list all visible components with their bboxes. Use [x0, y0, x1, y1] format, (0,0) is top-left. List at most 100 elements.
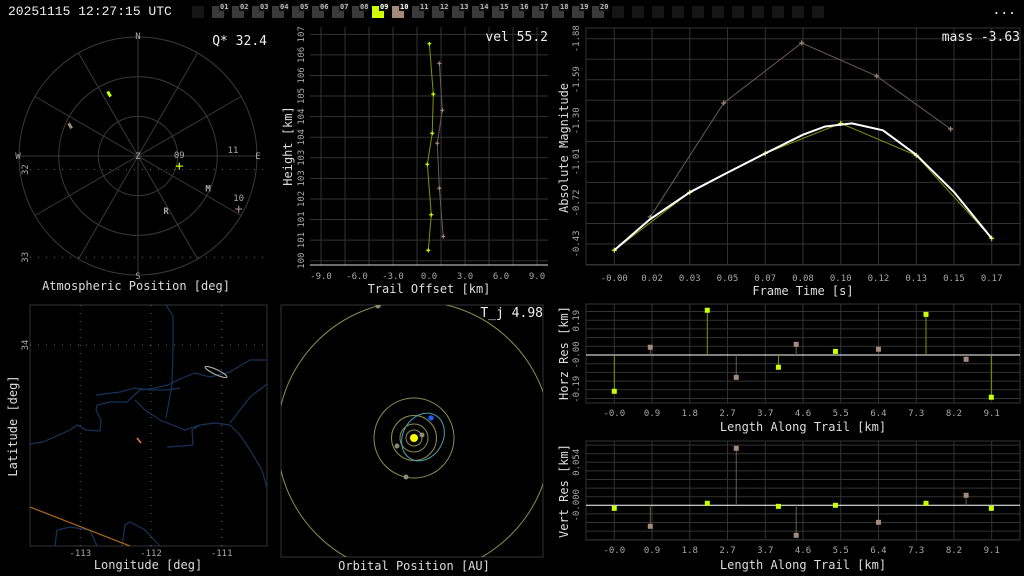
- river-line: [229, 383, 268, 424]
- y-axis-title: Absolute Magnitude: [557, 83, 571, 213]
- earth-dot: [428, 415, 434, 421]
- y-axis-title: Vert Res [km]: [557, 444, 571, 538]
- x-tick-label: 0.10: [830, 274, 852, 284]
- planet-dot: [394, 443, 400, 449]
- velocity-readout: vel 55.2: [485, 30, 548, 45]
- y-tick-label: -1.59: [572, 66, 582, 93]
- data-point-09: [431, 92, 436, 97]
- trail-track-09: [106, 90, 112, 98]
- tisserand-readout: T_j 4.98: [480, 306, 543, 321]
- x-tick-label: -3.0: [382, 272, 404, 282]
- x-tick-label: 4.6: [795, 409, 811, 419]
- y-tick-label: -0.43: [572, 230, 582, 257]
- map-frame: [29, 304, 268, 547]
- compass-label-z: Z: [135, 152, 141, 162]
- x-tick-label: 9.1: [984, 409, 1000, 419]
- river-line: [54, 526, 98, 547]
- residual-point-10: [875, 519, 881, 525]
- y-tick-label: 33: [21, 252, 31, 263]
- data-point-09: [430, 131, 435, 136]
- x-axis-title: Trail Offset [km]: [368, 282, 491, 296]
- y-tick-label: 104: [297, 109, 307, 125]
- mass-readout: mass -3.63: [942, 30, 1020, 45]
- residual-point-10: [963, 356, 969, 362]
- y-tick-label: 0.19: [572, 310, 582, 332]
- station-label-11: 11: [228, 146, 239, 156]
- river-line: [166, 424, 201, 448]
- residual-point-09: [832, 502, 838, 508]
- x-tick-label: 0.15: [943, 274, 965, 284]
- river-line: [165, 304, 174, 419]
- x-tick-label: 0.07: [754, 274, 776, 284]
- x-tick-label: 0.9: [644, 546, 660, 556]
- x-tick-label: -0.0: [603, 409, 625, 419]
- x-tick-label: 2.7: [719, 409, 735, 419]
- lake-outline: [204, 365, 228, 379]
- x-tick-label: 7.3: [908, 409, 924, 419]
- height-profile-plot: 100 101 101 102 103 103 104 104 105 106 106 107 -9.0…: [281, 26, 548, 296]
- residual-point-09: [832, 348, 838, 354]
- x-tick-label: 5.5: [833, 546, 849, 556]
- x-tick-label: 6.4: [870, 546, 886, 556]
- y-axis-title: Latitude [deg]: [6, 375, 20, 476]
- x-tick-label: 0.05: [717, 274, 739, 284]
- y-tick-label: -0.000: [572, 489, 582, 522]
- x-tick-label: 0.13: [905, 274, 927, 284]
- x-tick-label: 3.7: [757, 409, 773, 419]
- y-tick-label: -0.72: [572, 189, 582, 216]
- y-tick-label: 100: [297, 253, 307, 269]
- magnitude-line-10: [649, 42, 951, 218]
- y-tick-label: -1.88: [572, 25, 582, 52]
- station-label-10: 10: [233, 194, 244, 204]
- x-tick-label: 0.02: [641, 274, 663, 284]
- residual-point-10: [647, 523, 653, 529]
- x-axis-title: Longitude [deg]: [94, 558, 202, 572]
- y-tick-label: -0.19: [572, 376, 582, 403]
- meteor-ground-track: [136, 437, 142, 444]
- state-border-line: [29, 506, 131, 547]
- residual-point-10: [733, 445, 739, 451]
- x-tick-label: 8.2: [946, 409, 962, 419]
- planet-dot: [403, 474, 409, 480]
- residual-point-10: [875, 346, 881, 352]
- x-tick-label: 4.6: [795, 546, 811, 556]
- atmospheric-position-plot: NESW ZMRQ* 32.4Atmospheric Position [deg]: [15, 32, 267, 293]
- residual-point-09: [988, 394, 994, 400]
- x-tick-label: -0.0: [603, 546, 625, 556]
- dashboard-canvas: NESW ZMRQ* 32.4Atmospheric Position [deg]…: [6, 25, 1021, 573]
- residual-point-09: [611, 505, 617, 511]
- y-axis-title: Height [km]: [281, 106, 295, 185]
- compass-label-e: E: [255, 152, 260, 162]
- q-star-readout: Q* 32.4: [212, 34, 267, 49]
- planet-dot: [375, 305, 381, 309]
- x-axis-title: Frame Time [s]: [752, 284, 853, 298]
- x-tick-label: -9.0: [310, 272, 332, 282]
- y-tick-label: 106: [297, 47, 307, 63]
- light-curve-plot: -0.00 0.02 0.03 0.05 0.07 0.08 0.10 0.12 0.13 0.1…: [557, 25, 1021, 298]
- trail-track-10: [67, 122, 73, 130]
- y-tick-label: -1.30: [572, 107, 582, 134]
- compass-label-w: W: [15, 152, 21, 162]
- horizontal-residual-plot: -0.0 0.9 1.8 2.7 3.7 4.6 5.5 6.4 7.3 8.2 9.1 0.19 -0…: [557, 303, 1021, 434]
- x-tick-label: 1.8: [682, 546, 698, 556]
- y-tick-label: -0.00: [572, 341, 582, 368]
- river-line: [29, 359, 267, 445]
- data-point-10: [441, 234, 446, 239]
- data-point-09: [426, 248, 431, 253]
- y-tick-label: -1.01: [572, 148, 582, 175]
- residual-point-09: [988, 505, 994, 511]
- x-tick-label: -111: [211, 549, 233, 559]
- x-tick-label: -0.00: [601, 274, 628, 284]
- x-tick-label: 8.2: [946, 546, 962, 556]
- planet-dot: [419, 432, 425, 438]
- marker-r: R: [163, 207, 169, 217]
- residual-point-09: [923, 311, 929, 317]
- x-tick-label: 9.0: [529, 272, 545, 282]
- river-line: [121, 521, 161, 547]
- y-tick-label: 102: [297, 191, 307, 207]
- residual-point-10: [793, 341, 799, 347]
- x-tick-label: -113: [69, 549, 91, 559]
- x-tick-label: 0.0: [421, 272, 437, 282]
- y-tick-label: 0.054: [572, 449, 582, 476]
- data-point-09: [429, 212, 434, 217]
